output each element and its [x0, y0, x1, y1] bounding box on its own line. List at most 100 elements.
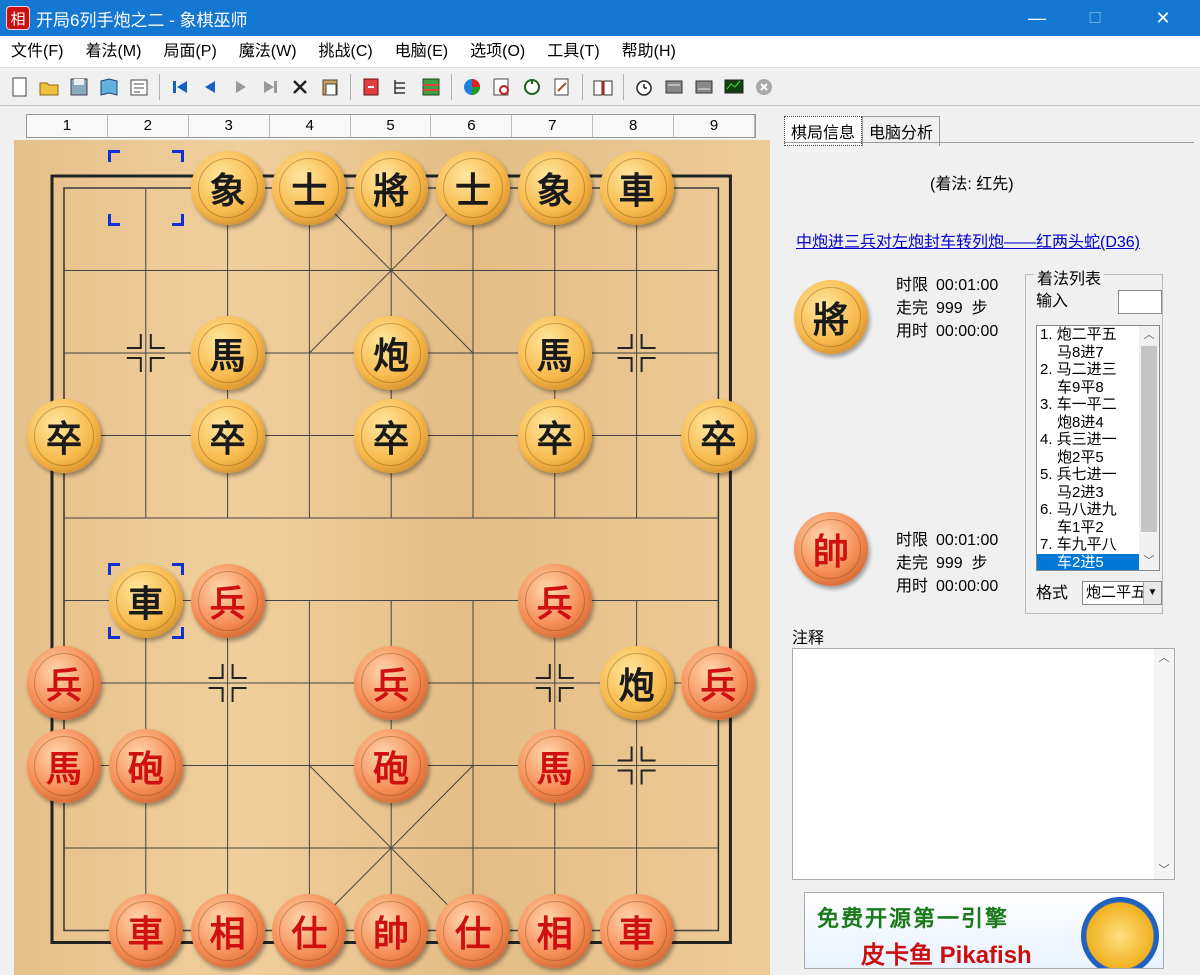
black-piece[interactable]: 卒	[190, 398, 265, 473]
black-piece[interactable]: 象	[190, 151, 265, 225]
move-list-item[interactable]: 3. 车一平二	[1037, 396, 1141, 414]
new-file-icon[interactable]	[6, 74, 32, 100]
minimize-button[interactable]: —	[1014, 0, 1060, 36]
red-piece[interactable]: 砲	[108, 728, 183, 803]
red-piece[interactable]: 相	[190, 893, 265, 968]
move-list-scrollbar[interactable]: ︿ ﹀	[1139, 326, 1159, 570]
save-icon[interactable]	[66, 74, 92, 100]
move-list-item[interactable]: 4. 兵三进一	[1037, 431, 1141, 449]
red-piece[interactable]: 馬	[517, 728, 592, 803]
flip-board-icon[interactable]	[358, 74, 384, 100]
red-clock-info: 时限 00:01:00 走完 999 步 用时 00:00:00	[880, 529, 998, 598]
table-icon[interactable]	[418, 74, 444, 100]
move-list-item[interactable]: 1. 炮二平五	[1037, 326, 1141, 344]
menu-item-1[interactable]: 着法(M)	[74, 36, 152, 68]
maximize-button[interactable]: ☐	[1072, 0, 1118, 36]
red-piece[interactable]: 砲	[354, 728, 429, 803]
black-piece[interactable]: 車	[599, 151, 674, 225]
scrollbar-thumb[interactable]	[1141, 346, 1157, 532]
black-piece[interactable]: 炮	[354, 316, 429, 390]
red-piece[interactable]: 兵	[27, 646, 101, 720]
black-piece[interactable]: 象	[517, 151, 592, 225]
edit-icon[interactable]	[549, 74, 575, 100]
move-input-field[interactable]	[1118, 290, 1162, 314]
menu-item-2[interactable]: 局面(P)	[152, 36, 227, 68]
move-list[interactable]: 1. 炮二平五 马8进7 2. 马二进三 车9平8 3. 车一平二 炮8进4 4. 兵三进一…	[1036, 325, 1160, 571]
move-list-item[interactable]: 车1平2	[1037, 519, 1141, 537]
move-list-item[interactable]: 炮8进4	[1037, 414, 1141, 432]
menu-item-4[interactable]: 挑战(C)	[308, 36, 384, 68]
red-piece[interactable]: 兵	[517, 563, 592, 638]
black-piece[interactable]: 卒	[681, 398, 756, 473]
column-number: 4	[270, 115, 351, 137]
next-move-icon[interactable]	[227, 74, 253, 100]
last-move-icon[interactable]	[257, 74, 283, 100]
black-piece[interactable]: 卒	[517, 398, 592, 473]
paste-icon[interactable]	[317, 74, 343, 100]
notes-textarea[interactable]: ︿ ﹀	[792, 648, 1175, 880]
properties-icon[interactable]	[126, 74, 152, 100]
move-list-item[interactable]: 马2进3	[1037, 484, 1141, 502]
red-piece[interactable]: 馬	[27, 728, 101, 803]
engine-ad-banner[interactable]: 免费开源第一引擎 皮卡鱼 Pikafish	[804, 892, 1164, 969]
engine2-icon[interactable]	[691, 74, 717, 100]
move-list-item[interactable]: 炮2平5	[1037, 449, 1141, 467]
black-piece[interactable]: 炮	[599, 646, 674, 720]
red-piece[interactable]: 仕	[272, 893, 347, 968]
menu-item-5[interactable]: 电脑(E)	[384, 36, 459, 68]
red-piece[interactable]: 仕	[436, 893, 510, 968]
open-book-icon[interactable]	[590, 74, 616, 100]
book-icon[interactable]	[96, 74, 122, 100]
move-list-item[interactable]: 2. 马二进三	[1037, 361, 1141, 379]
open-folder-icon[interactable]	[36, 74, 62, 100]
search-icon[interactable]	[489, 74, 515, 100]
notes-scrollbar[interactable]: ︿ ﹀	[1154, 649, 1174, 879]
red-piece[interactable]: 兵	[354, 646, 429, 720]
move-list-item[interactable]: 6. 马八进九	[1037, 501, 1141, 519]
red-piece[interactable]: 兵	[190, 563, 265, 638]
black-piece[interactable]: 士	[272, 151, 347, 225]
red-piece[interactable]: 相	[517, 893, 592, 968]
menu-item-0[interactable]: 文件(F)	[0, 36, 74, 68]
notes-scroll-down-icon[interactable]: ﹀	[1154, 861, 1174, 879]
move-list-item[interactable]: 5. 兵七进一	[1037, 466, 1141, 484]
menu-item-8[interactable]: 帮助(H)	[611, 36, 687, 68]
opening-name-link[interactable]: 中炮进三兵对左炮封车转列炮——红两头蛇(D36)	[796, 228, 1140, 252]
black-piece[interactable]: 士	[436, 151, 510, 225]
black-piece[interactable]: 卒	[354, 398, 429, 473]
piece-char: 馬	[34, 735, 94, 796]
cycle-icon[interactable]	[519, 74, 545, 100]
column-number: 2	[108, 115, 189, 137]
scroll-down-icon[interactable]: ﹀	[1139, 552, 1159, 570]
move-list-item[interactable]: 马8进7	[1037, 344, 1141, 362]
clock-icon[interactable]	[631, 74, 657, 100]
delete-icon[interactable]	[287, 74, 313, 100]
tree-icon[interactable]	[388, 74, 414, 100]
prev-move-icon[interactable]	[197, 74, 223, 100]
black-piece[interactable]: 卒	[27, 398, 101, 473]
format-select[interactable]: 炮二平五 ▼	[1082, 581, 1162, 605]
red-piece[interactable]: 兵	[681, 646, 756, 720]
black-piece[interactable]: 將	[354, 151, 429, 225]
move-list-item[interactable]: 车9平8	[1037, 379, 1141, 397]
first-move-icon[interactable]	[167, 74, 193, 100]
monitor-icon[interactable]	[721, 74, 747, 100]
red-piece[interactable]: 車	[108, 893, 183, 968]
color-wheel-icon[interactable]	[459, 74, 485, 100]
move-list-item[interactable]: 车2进5	[1037, 553, 1141, 570]
xiangqi-board[interactable]: 象士將士象車馬炮馬卒卒卒卒卒車兵兵兵兵炮兵馬砲砲馬車相仕帥仕相車	[14, 140, 770, 975]
black-piece[interactable]: 馬	[517, 316, 592, 390]
menu-item-6[interactable]: 选项(O)	[459, 36, 536, 68]
menu-item-7[interactable]: 工具(T)	[536, 36, 610, 68]
close-button[interactable]: ✕	[1140, 0, 1186, 36]
menu-item-3[interactable]: 魔法(W)	[228, 36, 308, 68]
black-piece[interactable]: 馬	[190, 316, 265, 390]
stop-icon[interactable]	[751, 74, 777, 100]
move-list-item[interactable]: 7. 车九平八	[1037, 536, 1141, 554]
scroll-up-icon[interactable]: ︿	[1139, 326, 1159, 344]
notes-scroll-up-icon[interactable]: ︿	[1154, 649, 1174, 667]
red-piece[interactable]: 帥	[354, 893, 429, 968]
dropdown-arrow-icon[interactable]: ▼	[1143, 582, 1161, 604]
red-piece[interactable]: 車	[599, 893, 674, 968]
engine-icon[interactable]	[661, 74, 687, 100]
